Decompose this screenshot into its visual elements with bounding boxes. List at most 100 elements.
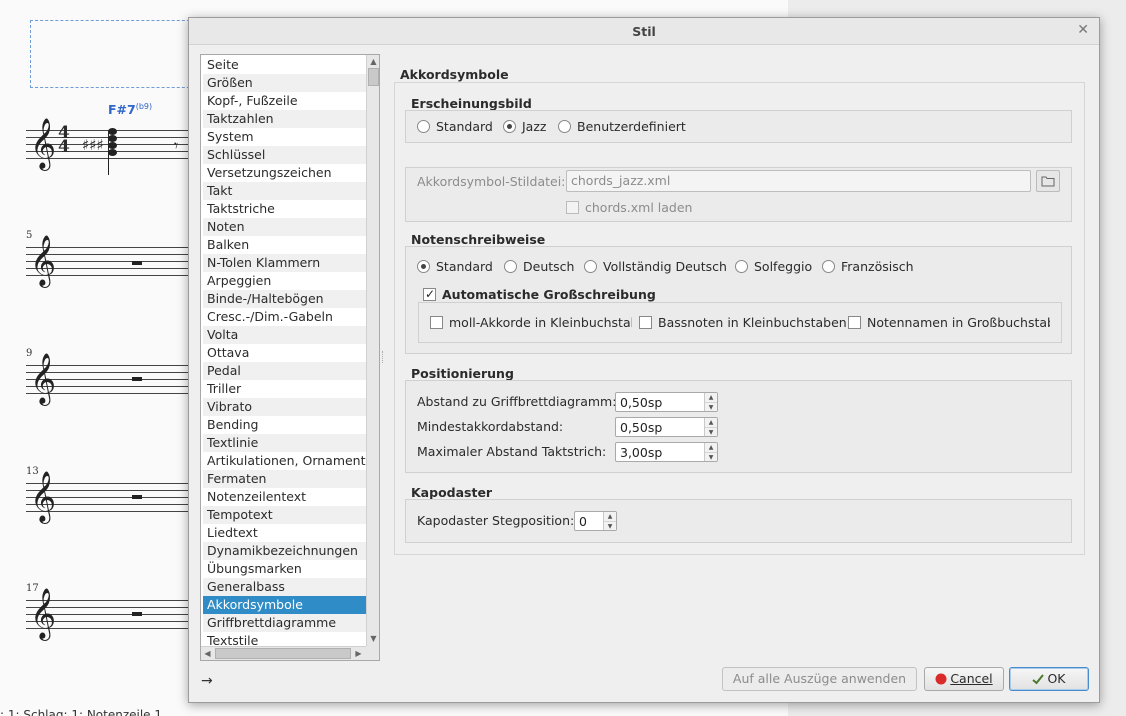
treble-clef-icon: 𝄞	[30, 118, 57, 169]
checkmark-icon: ✓	[425, 287, 436, 301]
scroll-left-icon[interactable]: ◀	[201, 647, 214, 660]
spinbox-value: 0,50sp	[620, 420, 663, 435]
close-icon[interactable]: ✕	[1077, 22, 1089, 38]
style-category-item[interactable]: Dynamikbezeichnungen	[203, 542, 366, 560]
style-category-item[interactable]: Seite	[203, 56, 366, 74]
fretboard-distance-spinbox[interactable]: 0,50sp ▲ ▼	[615, 392, 718, 412]
auto-capitalization-checkbox[interactable]: ✓ Automatische Großschreibung	[423, 287, 656, 303]
positioning-group: Abstand zu Griffbrettdiagramm: 0,50sp ▲ ▼ …	[405, 380, 1072, 473]
style-category-item[interactable]: Ottava	[203, 344, 366, 362]
minor-lowercase-checkbox[interactable]: moll-Akkorde in Kleinbuchstab	[430, 315, 632, 331]
style-category-item[interactable]: Fermaten	[203, 470, 366, 488]
style-category-item[interactable]: Kopf-, Fußzeile	[203, 92, 366, 110]
style-category-item[interactable]: Noten	[203, 218, 366, 236]
radio-label: Französisch	[841, 259, 914, 274]
apply-to-all-parts-button[interactable]: Auf alle Auszüge anwenden	[722, 667, 917, 691]
spelling-german-radio[interactable]: Deutsch	[504, 259, 574, 275]
appearance-jazz-radio[interactable]: Jazz	[503, 119, 546, 135]
style-category-item[interactable]: Griffbrettdiagramme	[203, 614, 366, 632]
spinbox-value: 0	[579, 514, 587, 529]
treble-clef-icon: 𝄞	[30, 235, 57, 286]
appearance-standard-radio[interactable]: Standard	[417, 119, 493, 135]
style-category-item[interactable]: Binde-/Haltebögen	[203, 290, 366, 308]
browse-folder-button[interactable]	[1036, 170, 1060, 192]
style-category-item[interactable]: Triller	[203, 380, 366, 398]
style-category-item[interactable]: Akkordsymbole	[203, 596, 366, 614]
chord-symbol[interactable]: F#7(b9)	[108, 102, 152, 117]
scroll-corner	[366, 646, 379, 660]
checkbox-label: Automatische Großschreibung	[442, 287, 656, 302]
scroll-up-icon[interactable]: ▲	[367, 55, 379, 68]
splitter-handle[interactable]	[379, 351, 383, 363]
spin-up-icon[interactable]: ▲	[604, 512, 616, 521]
style-category-item[interactable]: Bending	[203, 416, 366, 434]
style-category-item[interactable]: Übungsmarken	[203, 560, 366, 578]
cancel-button[interactable]: Cancel	[924, 667, 1004, 691]
style-category-item[interactable]: Generalbass	[203, 578, 366, 596]
style-category-item[interactable]: Cresc.-/Dim.-Gabeln	[203, 308, 366, 326]
style-category-item[interactable]: Takt	[203, 182, 366, 200]
spin-down-icon[interactable]: ▼	[705, 452, 717, 461]
style-category-item[interactable]: Versetzungszeichen	[203, 164, 366, 182]
scroll-right-icon[interactable]: ▶	[352, 647, 365, 660]
vertical-scrollbar[interactable]: ▲ ▼	[366, 55, 379, 646]
dialog-titlebar[interactable]: Stil ✕	[189, 18, 1099, 45]
max-barline-distance-spinbox[interactable]: 3,00sp ▲ ▼	[615, 442, 718, 462]
style-category-item[interactable]: Größen	[203, 74, 366, 92]
min-chord-distance-spinbox[interactable]: 0,50sp ▲ ▼	[615, 417, 718, 437]
style-file-input[interactable]: chords_jazz.xml	[566, 170, 1031, 192]
style-category-item[interactable]: Arpeggien	[203, 272, 366, 290]
style-category-item[interactable]: Pedal	[203, 362, 366, 380]
vertical-scroll-thumb[interactable]	[368, 68, 379, 86]
spelling-full-german-radio[interactable]: Vollständig Deutsch	[584, 259, 727, 275]
whole-rest-icon	[132, 261, 142, 265]
style-category-item[interactable]: N-Tolen Klammern	[203, 254, 366, 272]
note-spelling-group-title: Notenschreibweise	[411, 232, 546, 247]
status-bar: : 1; Schlag: 1; Notenzeile 1	[0, 706, 400, 716]
spinbox-buttons: ▲ ▼	[603, 512, 616, 530]
radio-label: Standard	[436, 119, 493, 134]
radio-label: Jazz	[522, 119, 547, 134]
scroll-down-icon[interactable]: ▼	[367, 632, 379, 645]
arrow-right-icon[interactable]: →	[201, 673, 217, 689]
spelling-standard-radio[interactable]: Standard	[417, 259, 493, 275]
appearance-custom-radio[interactable]: Benutzerdefiniert	[558, 119, 686, 135]
note-names-uppercase-checkbox[interactable]: Notennamen in Großbuchstaben	[848, 315, 1050, 331]
appearance-group-title: Erscheinungsbild	[411, 96, 532, 111]
style-category-item[interactable]: Textlinie	[203, 434, 366, 452]
bass-lowercase-checkbox[interactable]: Bassnoten in Kleinbuchstaben	[639, 315, 847, 331]
style-category-item[interactable]: Liedtext	[203, 524, 366, 542]
style-category-item[interactable]: Artikulationen, Ornamente	[203, 452, 366, 470]
spin-up-icon[interactable]: ▲	[705, 393, 717, 402]
style-category-item[interactable]: Balken	[203, 236, 366, 254]
horizontal-scrollbar[interactable]: ◀ ▶	[201, 646, 366, 660]
style-category-item[interactable]: Vibrato	[203, 398, 366, 416]
spin-down-icon[interactable]: ▼	[705, 402, 717, 411]
style-category-item[interactable]: System	[203, 128, 366, 146]
style-category-item[interactable]: Notenzeilentext	[203, 488, 366, 506]
radio-label: Standard	[436, 259, 493, 274]
ok-button[interactable]: OK	[1009, 667, 1089, 691]
capo-position-spinbox[interactable]: 0 ▲ ▼	[574, 511, 617, 531]
spin-up-icon[interactable]: ▲	[705, 443, 717, 452]
ok-label: OK	[1047, 671, 1066, 686]
title-frame[interactable]	[30, 20, 200, 88]
radio-label: Vollständig Deutsch	[603, 259, 727, 274]
spin-up-icon[interactable]: ▲	[705, 418, 717, 427]
style-category-list[interactable]: Seite Größen Kopf-, Fußzeile Taktzahlen Syst…	[200, 54, 380, 661]
spin-down-icon[interactable]: ▼	[705, 427, 717, 436]
chord-notes[interactable]	[108, 128, 118, 175]
radio-label: Deutsch	[523, 259, 575, 274]
load-chords-xml-checkbox[interactable]: chords.xml laden	[566, 200, 692, 216]
fretboard-distance-label: Abstand zu Griffbrettdiagramm:	[417, 394, 617, 409]
style-category-item[interactable]: Taktzahlen	[203, 110, 366, 128]
spelling-french-radio[interactable]: Französisch	[822, 259, 914, 275]
style-category-item[interactable]: Taktstriche	[203, 200, 366, 218]
horizontal-scroll-thumb[interactable]	[215, 648, 351, 659]
note-spelling-group: Standard Deutsch Vollständig Deutsch Sol…	[405, 246, 1072, 354]
spin-down-icon[interactable]: ▼	[604, 521, 616, 530]
spelling-solfeggio-radio[interactable]: Solfeggio	[735, 259, 812, 275]
style-category-item[interactable]: Volta	[203, 326, 366, 344]
style-category-item[interactable]: Schlüssel	[203, 146, 366, 164]
style-category-item[interactable]: Tempotext	[203, 506, 366, 524]
